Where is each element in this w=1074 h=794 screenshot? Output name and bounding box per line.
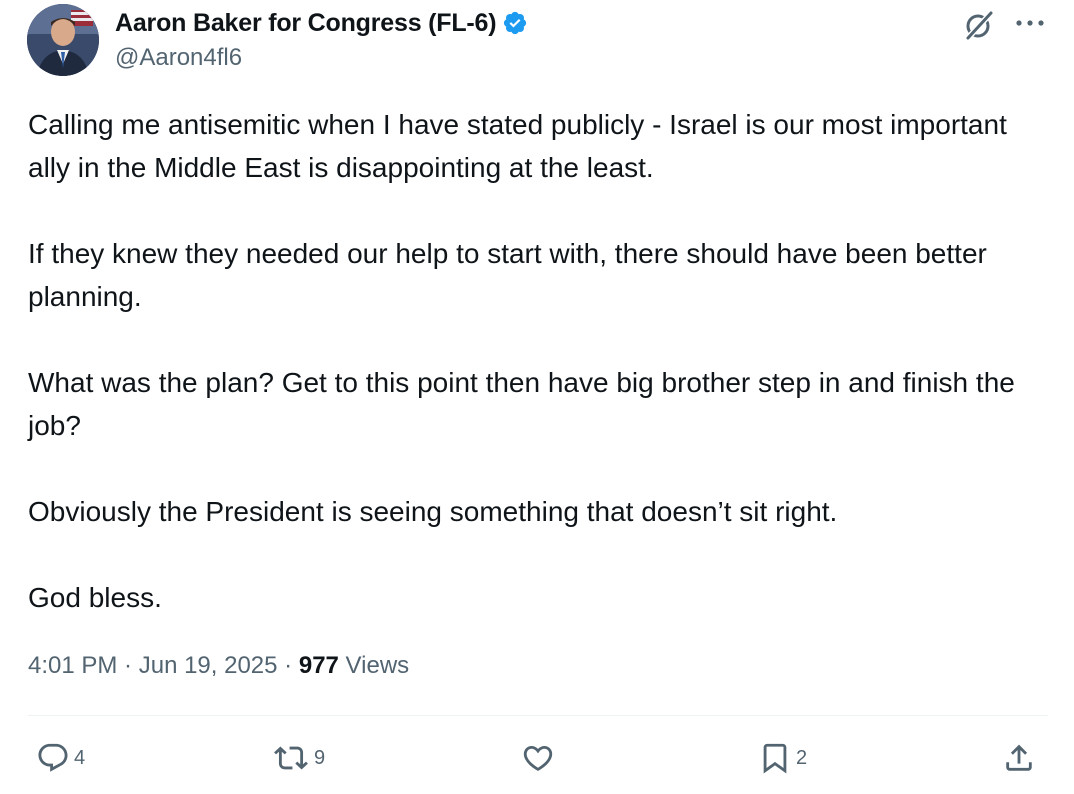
- author-handle[interactable]: @Aaron4fl6: [115, 44, 242, 72]
- bookmark-count: 2: [796, 746, 808, 769]
- heart-icon: [520, 741, 556, 775]
- more-horizontal-icon[interactable]: [1012, 8, 1048, 38]
- bookmark-button[interactable]: 2: [758, 740, 807, 776]
- author-name-row: Aaron Baker for Congress (FL-6): [115, 6, 528, 40]
- share-icon: [1002, 741, 1036, 775]
- grok-icon[interactable]: [962, 8, 996, 42]
- tweet-paragraph: God bless.: [28, 582, 162, 613]
- share-button[interactable]: [1002, 740, 1036, 776]
- repost-count: 9: [314, 746, 326, 769]
- views-label: Views: [338, 652, 410, 679]
- like-button[interactable]: [520, 740, 556, 776]
- views-count: 977: [298, 652, 339, 679]
- tweet-time[interactable]: 4:01 PM: [28, 652, 117, 680]
- verified-badge-icon[interactable]: [502, 10, 528, 36]
- reply-button[interactable]: 4: [36, 740, 85, 776]
- tweet-metadata: 4:01 PM · Jun 19, 2025 · 977 Views: [28, 652, 409, 680]
- tweet-date[interactable]: Jun 19, 2025: [139, 652, 278, 680]
- repost-button[interactable]: 9: [272, 740, 325, 776]
- avatar[interactable]: [27, 4, 99, 76]
- tweet-paragraph: What was the plan? Get to this point the…: [28, 367, 1015, 441]
- tweet-paragraph: Obviously the President is seeing someth…: [28, 496, 838, 527]
- meta-separator: ·: [117, 652, 139, 679]
- meta-separator: ·: [277, 652, 299, 679]
- tweet-paragraph: If they knew they needed our help to sta…: [28, 238, 987, 312]
- tweet: Aaron Baker for Congress (FL-6) @Aaron4f…: [0, 0, 1074, 794]
- divider: [28, 715, 1048, 716]
- author-display-name[interactable]: Aaron Baker for Congress (FL-6): [115, 9, 497, 38]
- bookmark-icon: [758, 740, 792, 776]
- reply-icon: [36, 741, 70, 775]
- repost-icon: [272, 741, 310, 775]
- tweet-paragraph: Calling me antisemitic when I have state…: [28, 109, 1007, 183]
- reply-count: 4: [74, 746, 86, 769]
- tweet-text: Calling me antisemitic when I have state…: [28, 103, 1048, 662]
